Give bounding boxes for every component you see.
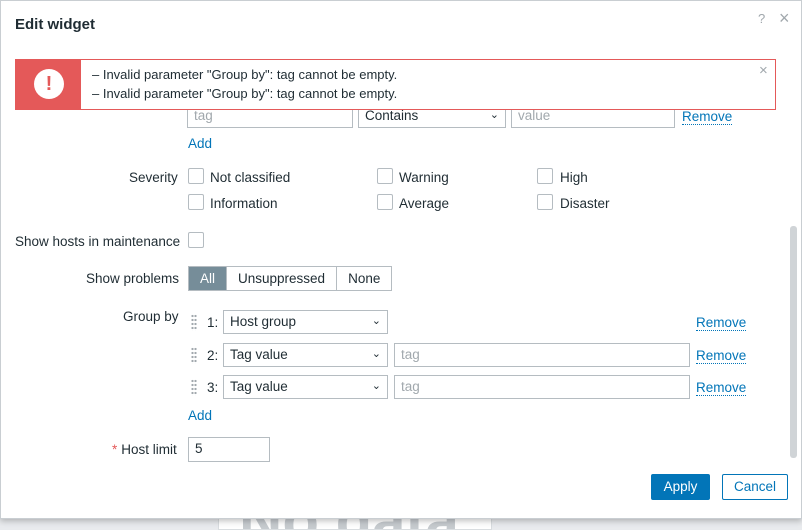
- error-message: – Invalid parameter "Group by": tag cann…: [92, 86, 398, 101]
- severity-warning-label: Warning: [399, 170, 449, 185]
- host-limit-input[interactable]: 5: [188, 437, 270, 462]
- group-by-tag-input[interactable]: tag: [394, 375, 690, 399]
- group-by-row-number: 1:: [207, 315, 219, 330]
- drag-handle-icon[interactable]: [191, 379, 197, 396]
- show-problems-segmented-control: All Unsuppressed None: [188, 266, 393, 291]
- host-limit-label: * Host limit: [112, 442, 177, 457]
- tag-remove-link[interactable]: Remove: [682, 109, 733, 125]
- severity-average-label: Average: [399, 196, 450, 211]
- group-by-add-link[interactable]: Add: [188, 408, 212, 423]
- group-by-select-value: Tag value: [230, 347, 288, 362]
- group-by-row-number: 2:: [207, 348, 219, 363]
- show-problems-none[interactable]: None: [336, 267, 391, 290]
- apply-button[interactable]: Apply: [651, 474, 710, 500]
- drag-handle-icon[interactable]: [191, 347, 197, 364]
- edit-widget-dialog: Edit widget ? × ! – Invalid parameter "G…: [0, 0, 802, 519]
- show-problems-all[interactable]: All: [189, 267, 227, 290]
- error-message-box: ! – Invalid parameter "Group by": tag ca…: [15, 59, 776, 110]
- drag-handle-icon[interactable]: [191, 314, 197, 331]
- error-icon-box: !: [16, 60, 81, 109]
- show-problems-label: Show problems: [86, 271, 180, 286]
- group-by-remove-link[interactable]: Remove: [696, 315, 747, 331]
- chevron-down-icon: ⌄: [371, 380, 381, 392]
- severity-high-checkbox[interactable]: [537, 168, 553, 184]
- group-by-select-value: Host group: [230, 314, 297, 329]
- group-by-select[interactable]: Tag value ⌄: [223, 343, 388, 367]
- help-icon[interactable]: ?: [758, 11, 765, 26]
- severity-disaster-checkbox[interactable]: [537, 194, 553, 210]
- group-by-remove-link[interactable]: Remove: [696, 380, 747, 396]
- severity-average-checkbox[interactable]: [377, 194, 393, 210]
- severity-disaster-label: Disaster: [560, 196, 610, 211]
- group-by-select-value: Tag value: [230, 379, 288, 394]
- scrollbar-thumb[interactable]: [790, 226, 797, 458]
- severity-label: Severity: [129, 170, 178, 185]
- group-by-row-number: 3:: [207, 380, 219, 395]
- show-problems-unsuppressed[interactable]: Unsuppressed: [226, 267, 336, 290]
- dialog-title: Edit widget: [15, 16, 95, 33]
- cancel-button[interactable]: Cancel: [722, 474, 788, 500]
- group-by-select[interactable]: Host group ⌄: [223, 310, 388, 334]
- error-message: – Invalid parameter "Group by": tag cann…: [92, 67, 398, 82]
- group-by-remove-link[interactable]: Remove: [696, 348, 747, 364]
- group-by-tag-input[interactable]: tag: [394, 343, 690, 367]
- maintenance-checkbox[interactable]: [188, 232, 204, 248]
- severity-information-label: Information: [210, 196, 278, 211]
- alert-close-icon[interactable]: ×: [759, 62, 768, 79]
- severity-high-label: High: [560, 170, 588, 185]
- severity-information-checkbox[interactable]: [188, 194, 204, 210]
- error-icon: !: [34, 69, 64, 99]
- close-icon[interactable]: ×: [779, 8, 790, 29]
- required-mark: *: [112, 442, 118, 457]
- severity-warning-checkbox[interactable]: [377, 168, 393, 184]
- tag-operator-value: Contains: [365, 108, 419, 123]
- host-limit-label-text: Host limit: [121, 442, 177, 457]
- maintenance-label: Show hosts in maintenance: [15, 234, 181, 249]
- chevron-down-icon: ⌄: [371, 348, 381, 360]
- group-by-label: Group by: [123, 309, 179, 324]
- tag-add-link[interactable]: Add: [188, 136, 212, 151]
- severity-not-classified-checkbox[interactable]: [188, 168, 204, 184]
- severity-not-classified-label: Not classified: [210, 170, 291, 185]
- chevron-down-icon: ⌄: [371, 315, 381, 327]
- group-by-select[interactable]: Tag value ⌄: [223, 375, 388, 399]
